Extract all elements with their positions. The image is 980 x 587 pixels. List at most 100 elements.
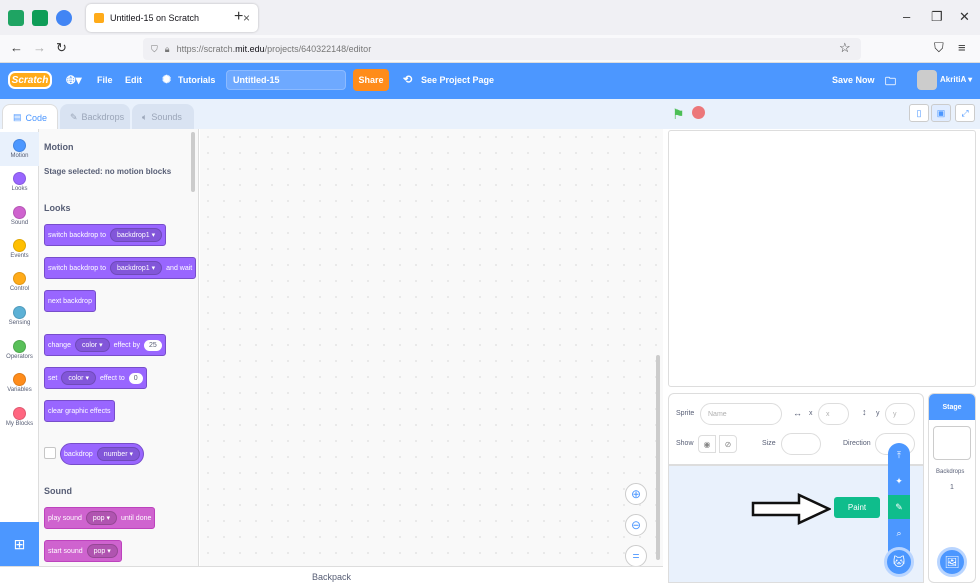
stop-icon[interactable] [692,106,705,119]
backdrop-reporter-checkbox[interactable] [44,447,56,459]
backdrops-label: Backdrops [936,469,965,475]
small-stage-button[interactable]: ▯ [909,104,929,122]
backpack-bar[interactable]: Backpack [0,566,663,587]
stage-thumbnail[interactable] [933,426,971,460]
bookmark-star-icon[interactable]: ☆ [839,40,851,56]
pinned-tab-sheets-icon[interactable] [8,10,24,26]
category-events[interactable]: Events [0,232,39,266]
category-my-blocks[interactable]: My Blocks [0,400,39,434]
zoom-reset-icon: = [632,549,640,563]
category-variables[interactable]: Variables [0,366,39,400]
effect-value-input[interactable]: 0 [128,372,143,384]
browser-tab-active[interactable]: Untitled-15 on Scratch × [86,4,258,32]
back-arrow-icon[interactable]: ← [10,40,23,55]
backdrop-dropdown[interactable]: backdrop1 ▾ [109,228,163,242]
code-icon: ▤ [13,112,22,122]
project-title-input[interactable]: Untitled-15 [226,70,346,90]
block-switch-backdrop-and-wait[interactable]: switch backdrop to backdrop1 ▾ and wait [44,257,197,279]
effect-amount-input[interactable]: 25 [143,339,162,351]
backdrops-count: 1 [950,484,954,491]
lock-icon: 🔒︎ [164,43,170,54]
tab-code[interactable]: ▤ Code [2,104,58,130]
block-clear-graphic-effects[interactable]: clear graphic effects [44,400,115,422]
y-input[interactable]: y [885,403,915,425]
share-button[interactable]: Share [353,69,389,91]
choose-sprite-button[interactable]: 🐱︎ [884,547,914,577]
add-extension-button[interactable]: ⊞ [0,522,39,566]
size-label: Size [762,440,776,447]
paint-tooltip: Paint [834,497,880,518]
zoom-out-button[interactable]: ⊖ [625,514,647,536]
show-hidden-button[interactable]: ⊘ [719,435,737,453]
palette-scrollbar[interactable] [191,132,195,192]
category-looks[interactable]: Looks [0,165,39,199]
brush-icon: ✎ [70,111,78,122]
effect-dropdown[interactable]: color ▾ [74,338,110,352]
block-set-effect[interactable]: set color ▾ effect to 0 [44,367,147,389]
tab-backdrops[interactable]: ✎ Backdrops [60,104,130,130]
x-input[interactable]: x [818,403,849,425]
save-now-button[interactable]: Save Now [832,75,875,85]
size-input[interactable] [781,433,821,455]
pocket-icon[interactable]: ⛉ [934,40,944,56]
workspace-scrollbar[interactable] [656,355,660,560]
green-flag-icon[interactable]: ⚑ [672,106,685,123]
fullscreen-button[interactable]: ⤢ [955,104,975,122]
category-motion[interactable]: Motion [0,132,39,166]
backdrop-dropdown[interactable]: backdrop1 ▾ [109,261,163,275]
show-visible-button[interactable]: ◉ [698,435,716,453]
language-globe-icon[interactable]: 🌐︎▾ [66,73,82,88]
block-next-backdrop[interactable]: next backdrop [44,290,96,312]
stage-canvas[interactable] [668,130,976,387]
block-start-sound[interactable]: start sound pop ▾ [44,540,122,562]
upload-sprite-button[interactable]: ⤒ [888,443,910,467]
category-sound[interactable]: Sound [0,199,39,233]
code-workspace[interactable] [200,129,663,566]
search-sprite-button[interactable]: ⌕ [888,521,910,545]
url-bar[interactable]: ⛉ 🔒︎ https://scratch.mit.edu/projects/64… [143,38,861,60]
tutorials-lightbulb-icon[interactable]: ✺ [162,73,171,86]
category-sensing[interactable]: Sensing [0,299,39,333]
minimize-window-icon[interactable]: – [903,9,910,24]
large-stage-icon: ▣ [936,107,946,118]
user-avatar[interactable] [917,70,937,90]
category-operators[interactable]: Operators [0,333,39,367]
forward-arrow-icon[interactable]: → [33,40,46,55]
pinned-tab-globe-icon[interactable] [56,10,72,26]
close-window-icon[interactable]: ✕ [959,9,970,25]
backdrop-attribute-dropdown[interactable]: number ▾ [96,447,140,461]
tab-sounds[interactable]: 🔈︎ Sounds [132,104,194,130]
category-control[interactable]: Control [0,265,39,299]
see-project-page-button[interactable]: See Project Page [421,75,494,85]
sound-dropdown[interactable]: pop ▾ [86,544,118,558]
category-dot-icon [13,239,26,252]
paint-sprite-button[interactable]: ✎ [888,495,910,519]
username-menu[interactable]: AkritiA ▾ [940,75,972,84]
restore-window-icon[interactable]: ❐ [931,9,943,25]
menu-hamburger-icon[interactable]: ≡ [958,40,966,55]
file-menu[interactable]: File [97,75,113,85]
block-switch-backdrop[interactable]: switch backdrop to backdrop1 ▾ [44,224,167,246]
see-project-page-icon[interactable]: ⟲ [403,73,412,86]
reload-icon[interactable]: ↻ [56,40,67,56]
choose-backdrop-button[interactable]: 🖼︎ [937,547,967,577]
sound-dropdown[interactable]: pop ▾ [85,511,118,525]
my-stuff-folder-icon[interactable]: 🗀 [885,73,896,92]
zoom-in-button[interactable]: ⊕ [625,483,647,505]
pinned-tab-sheets-icon-2[interactable] [32,10,48,26]
effect-dropdown[interactable]: color ▾ [61,371,96,385]
zoom-reset-button[interactable]: = [625,545,647,567]
new-tab-button[interactable]: + [234,8,243,26]
tab-close-icon[interactable]: × [243,11,250,25]
surprise-sprite-button[interactable]: ✦ [888,469,910,493]
scratch-logo[interactable]: Scratch [8,71,52,89]
reporter-backdrop-number[interactable]: backdrop number ▾ [60,443,144,465]
looks-heading: Looks [44,203,71,213]
edit-menu[interactable]: Edit [125,75,142,85]
large-stage-button[interactable]: ▣ [931,104,951,122]
category-dot-icon [13,206,26,219]
tutorials-menu[interactable]: Tutorials [178,75,215,85]
block-change-effect[interactable]: change color ▾ effect by 25 [44,334,166,356]
block-play-sound-until-done[interactable]: play sound pop ▾ until done [44,507,156,529]
sprite-name-input[interactable]: Name [700,403,782,425]
